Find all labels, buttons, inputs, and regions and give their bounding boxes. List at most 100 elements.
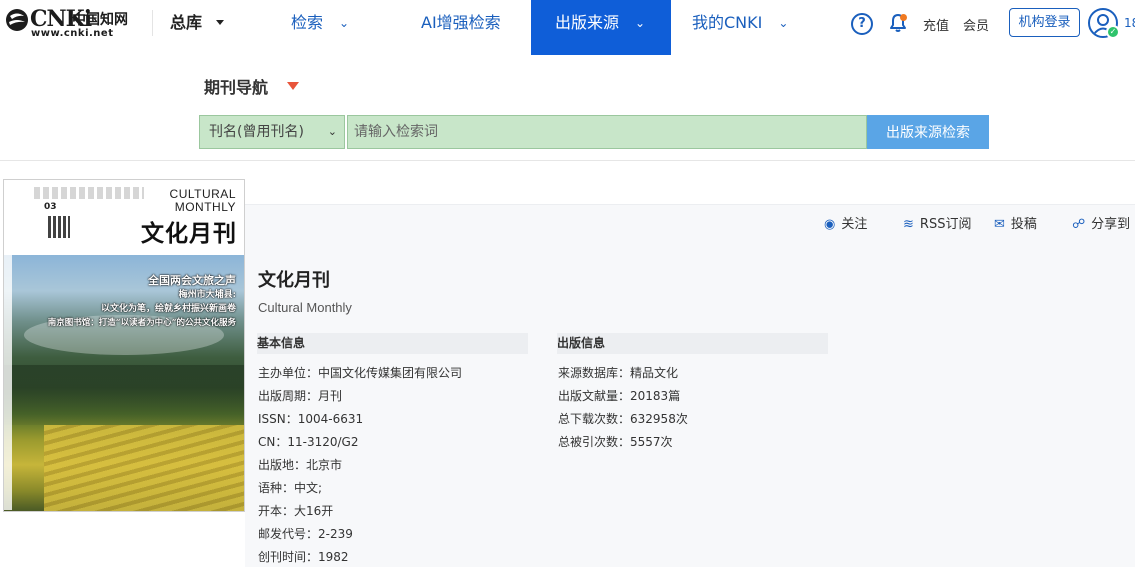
nav-search-tab[interactable]: 检索 ⌄	[291, 0, 349, 45]
info-row: 语种：中文;	[258, 479, 322, 496]
cover-headline-3: 以文化为笔，绘就乡村振兴新画卷	[100, 304, 236, 314]
info-value: 5557次	[630, 435, 673, 449]
info-label: 出版文献量：	[558, 389, 631, 403]
info-row: 主办单位：中国文化传媒集团有限公司	[258, 364, 462, 381]
rss-subscribe-action[interactable]: ≋ RSS订阅	[903, 213, 972, 232]
info-value: 11-3120/G2	[287, 435, 359, 449]
nav-my-cnki-label: 我的CNKI	[692, 13, 763, 32]
info-value: 1982	[318, 550, 349, 564]
publication-source-search-button[interactable]: 出版来源检索	[867, 115, 989, 149]
info-label: 出版地：	[258, 458, 307, 472]
journal-navigation-title[interactable]: 期刊导航	[204, 74, 268, 98]
info-label: 来源数据库：	[558, 366, 631, 380]
journal-detail-panel	[245, 204, 1135, 567]
chevron-down-icon: ⌄	[635, 16, 646, 30]
info-row: 创刊时间：1982	[258, 548, 349, 565]
cover-landscape-photo: 全国两会文旅之声 梅州市大埔县: 以文化为笔，绘就乡村振兴新画卷 南京图书馆：打…	[4, 255, 244, 511]
info-row: 出版周期：月刊	[258, 387, 342, 404]
eye-icon: ◉	[824, 217, 836, 232]
cover-issue-number: 03	[44, 202, 57, 212]
submit-manuscript-action[interactable]: ✉ 投稿	[994, 213, 1037, 232]
publication-info-heading: 出版信息	[557, 333, 828, 354]
cover-fine-print	[34, 187, 144, 199]
info-value: 大16开	[294, 504, 334, 518]
share-action[interactable]: ☍ 分享到	[1072, 213, 1130, 232]
info-label: 出版周期：	[258, 389, 319, 403]
info-label: ISSN：	[258, 412, 298, 426]
info-value: 632958次	[630, 412, 688, 426]
info-row: 邮发代号：2-239	[258, 525, 353, 542]
user-number: 18	[1124, 16, 1135, 30]
follow-action[interactable]: ◉ 关注	[824, 213, 868, 232]
cnki-logo[interactable]: CNKi 中国知网 www.cnki.net	[4, 6, 136, 42]
institution-login-button[interactable]: 机构登录	[1009, 8, 1080, 37]
nav-divider	[152, 10, 153, 36]
info-label: 语种：	[258, 481, 295, 495]
info-value: 2-239	[318, 527, 353, 541]
info-value: 中文;	[294, 481, 323, 495]
info-row: CN：11-3120/G2	[258, 433, 358, 450]
qr-code-icon	[48, 216, 70, 238]
info-row: 出版文献量：20183篇	[558, 387, 680, 404]
nav-publication-source-tab[interactable]: 出版来源 ⌄	[531, 0, 671, 55]
journal-english-title: Cultural Monthly	[258, 300, 352, 315]
notification-dot	[900, 14, 907, 21]
journal-title: 文化月刊	[258, 270, 330, 291]
nav-ai-search-label: AI增强检索	[421, 13, 501, 32]
info-row: ISSN：1004-6631	[258, 410, 363, 427]
info-value: 20183篇	[630, 389, 681, 403]
cover-spine	[4, 220, 12, 510]
cover-headline-2: 梅州市大埔县:	[178, 290, 236, 300]
logo-url-text: www.cnki.net	[31, 28, 114, 39]
info-label: CN：	[258, 435, 288, 449]
cover-en-line2: MONTHLY	[174, 200, 236, 214]
cover-terraced-fields	[44, 425, 244, 511]
triangle-down-icon[interactable]	[287, 82, 299, 90]
info-label: 邮发代号：	[258, 527, 319, 541]
cover-headline-1: 全国两会文旅之声	[148, 274, 236, 287]
info-value: 北京市	[306, 458, 343, 472]
nav-zongku-label: 总库	[170, 13, 203, 32]
search-field-selected: 刊名(曾用刊名)	[209, 124, 304, 140]
nav-zongku-dropdown[interactable]: 总库	[170, 0, 225, 45]
journal-cover-image: 03 CULTURAL MONTHLY 文化月刊 全国两会文旅之声 梅州市大埔县…	[3, 179, 245, 512]
share-icon: ☍	[1072, 217, 1086, 232]
info-value: 1004-6631	[297, 412, 364, 426]
member-link[interactable]: 会员	[963, 15, 989, 34]
basic-info-heading: 基本信息	[257, 333, 528, 354]
info-row: 总被引次数：5557次	[558, 433, 673, 450]
cover-masthead: 03 CULTURAL MONTHLY 文化月刊	[4, 180, 244, 255]
search-field-select[interactable]: 刊名(曾用刊名) ⌄	[199, 115, 345, 149]
info-label: 主办单位：	[258, 366, 319, 380]
rss-label: RSS订阅	[919, 217, 972, 232]
nav-ai-search-tab[interactable]: AI增强检索	[421, 0, 501, 45]
cover-hills	[4, 365, 244, 425]
search-input[interactable]	[347, 115, 867, 149]
info-row: 总下载次数：632958次	[558, 410, 688, 427]
info-row: 开本：大16开	[258, 502, 333, 519]
chevron-down-icon: ⌄	[339, 16, 350, 30]
recharge-link[interactable]: 充值	[923, 15, 949, 34]
info-value: 月刊	[318, 389, 343, 403]
info-label: 开本：	[258, 504, 295, 518]
follow-label: 关注	[841, 217, 868, 232]
info-label: 创刊时间：	[258, 550, 319, 564]
info-row: 来源数据库：精品文化	[558, 364, 678, 381]
nav-my-cnki-tab[interactable]: 我的CNKI ⌄	[692, 0, 788, 45]
cover-headline-4: 南京图书馆：打造“以读者为中心”的公共文化服务	[47, 318, 236, 328]
cover-headlines: 全国两会文旅之声 梅州市大埔县: 以文化为笔，绘就乡村振兴新画卷 南京图书馆：打…	[48, 273, 236, 330]
info-label: 总被引次数：	[558, 435, 631, 449]
chevron-down-icon: ⌄	[778, 16, 789, 30]
mail-icon: ✉	[994, 217, 1005, 232]
logo-chinese-text: 中国知网	[72, 12, 128, 28]
caret-down-icon	[216, 20, 225, 25]
chevron-down-icon: ⌄	[327, 125, 337, 138]
cover-english-title: CULTURAL MONTHLY	[170, 188, 236, 214]
nav-search-label: 检索	[291, 13, 324, 32]
verified-check-icon: ✓	[1106, 25, 1120, 39]
rss-icon: ≋	[903, 217, 914, 232]
help-icon[interactable]: ?	[851, 13, 873, 35]
info-label: 总下载次数：	[558, 412, 631, 426]
cover-chinese-title: 文化月刊	[141, 220, 237, 247]
nav-publication-source-label: 出版来源	[555, 13, 620, 32]
